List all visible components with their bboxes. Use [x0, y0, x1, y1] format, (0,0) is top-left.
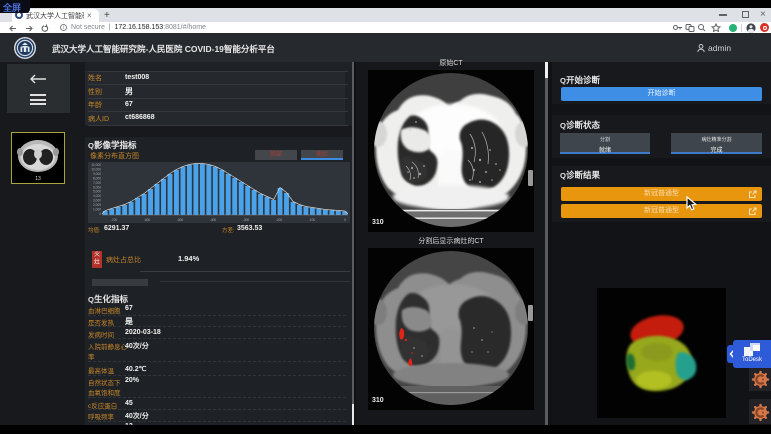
svg-text:10,000: 10,000	[91, 167, 101, 171]
svg-text:-100: -100	[309, 218, 316, 222]
svg-text:0: 0	[99, 212, 101, 216]
svg-text:3,000: 3,000	[93, 199, 101, 203]
svg-text:4,000: 4,000	[93, 194, 101, 198]
svg-text:1,000: 1,000	[93, 208, 101, 212]
svg-text:2,000: 2,000	[93, 203, 101, 207]
svg-text:-700: -700	[111, 218, 118, 222]
svg-text:-400: -400	[210, 218, 217, 222]
svg-text:7,000: 7,000	[93, 181, 101, 185]
svg-text:0: 0	[344, 218, 346, 222]
svg-text:8,000: 8,000	[93, 176, 101, 180]
svg-text:11,000: 11,000	[91, 163, 101, 167]
svg-text:5,000: 5,000	[93, 190, 101, 194]
svg-text:-500: -500	[177, 218, 184, 222]
svg-text:-600: -600	[144, 218, 151, 222]
svg-text:-200: -200	[276, 218, 283, 222]
svg-text:-300: -300	[243, 218, 250, 222]
svg-text:9,000: 9,000	[93, 172, 101, 176]
svg-text:6,000: 6,000	[93, 185, 101, 189]
